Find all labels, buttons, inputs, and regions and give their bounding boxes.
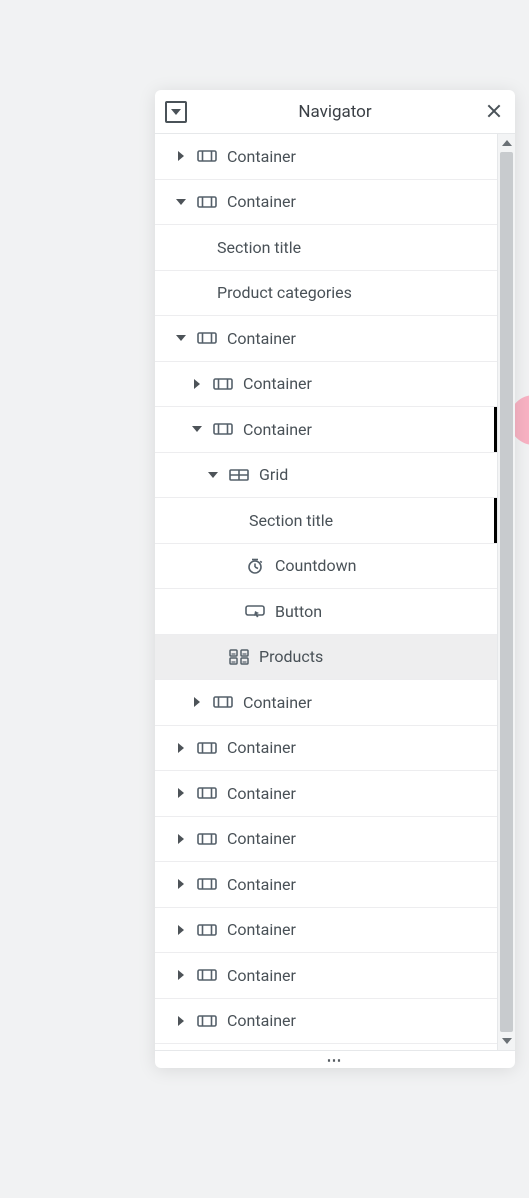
scrollbar[interactable] [497, 134, 515, 1050]
products-icon [229, 649, 249, 665]
tree-row[interactable]: Container [155, 362, 497, 408]
caret-right-icon[interactable] [191, 696, 203, 708]
container-icon [197, 1013, 217, 1029]
tree-row[interactable]: Container [155, 908, 497, 954]
container-icon [213, 694, 233, 710]
resize-handle[interactable]: ⋯ [155, 1050, 515, 1068]
container-icon [197, 740, 217, 756]
container-icon [213, 421, 233, 437]
grid-icon [229, 467, 249, 483]
scroll-up-icon[interactable] [498, 134, 515, 152]
tree-row[interactable]: Button [155, 589, 497, 635]
tree-row-label: Countdown [275, 556, 356, 575]
caret-down-icon[interactable] [175, 332, 187, 344]
tree-row-label: Container [227, 784, 296, 803]
tree-row-label: Products [259, 647, 323, 666]
container-icon [197, 831, 217, 847]
container-icon [213, 376, 233, 392]
tree-row-label: Container [227, 192, 296, 211]
tree-row[interactable]: Countdown [155, 544, 497, 590]
tree-row[interactable]: Container [155, 771, 497, 817]
scroll-thumb[interactable] [500, 152, 513, 1032]
caret-right-icon[interactable] [175, 150, 187, 162]
navigator-panel: Navigator Container Container Section titl… [155, 90, 515, 1068]
caret-right-icon[interactable] [175, 787, 187, 799]
container-icon [197, 194, 217, 210]
container-icon [197, 922, 217, 938]
tree-row[interactable]: Container [155, 180, 497, 226]
container-icon [197, 876, 217, 892]
tree-row[interactable]: Container [155, 817, 497, 863]
button-icon [245, 603, 265, 619]
caret-down-icon[interactable] [175, 196, 187, 208]
container-icon [197, 330, 217, 346]
tree-row-label: Container [243, 420, 312, 439]
tree-row[interactable]: Container [155, 134, 497, 180]
caret-right-icon[interactable] [175, 878, 187, 890]
tree-row[interactable]: Container [155, 726, 497, 772]
tree-row-label: Container [227, 1011, 296, 1030]
caret-right-icon[interactable] [175, 833, 187, 845]
tree-row[interactable]: Container [155, 953, 497, 999]
tree-row[interactable]: Container [155, 316, 497, 362]
tree-row-label: Grid [259, 465, 288, 484]
panel-header: Navigator [155, 90, 515, 134]
container-icon [197, 785, 217, 801]
container-icon [197, 148, 217, 164]
tree-row[interactable]: Grid [155, 453, 497, 499]
tree-row-label: Product categories [217, 283, 352, 302]
close-icon[interactable] [483, 101, 505, 123]
tree-row-label: Container [227, 329, 296, 348]
panel-title: Navigator [187, 102, 483, 122]
tree-row-label: Container [227, 966, 296, 985]
tree-row[interactable]: Container [155, 999, 497, 1045]
tree-row-label: Container [243, 374, 312, 393]
tree-row-label: Container [227, 738, 296, 757]
tree-row-label: Section title [217, 238, 301, 257]
tree-row-label: Container [227, 875, 296, 894]
container-icon [197, 967, 217, 983]
caret-right-icon[interactable] [175, 969, 187, 981]
tree-row[interactable]: Container [155, 680, 497, 726]
caret-down-icon[interactable] [191, 423, 203, 435]
element-tree: Container Container Section title Product c… [155, 134, 497, 1050]
tree-wrap: Container Container Section title Product c… [155, 134, 515, 1050]
tree-row[interactable]: Section title [155, 225, 497, 271]
tree-row[interactable]: Section title [155, 498, 497, 544]
tree-row[interactable]: Container [155, 862, 497, 908]
tree-row-label: Container [227, 829, 296, 848]
resize-handle-glyph: ⋯ [327, 1051, 344, 1069]
caret-right-icon[interactable] [175, 1015, 187, 1027]
tree-row[interactable]: Product categories [155, 271, 497, 317]
tree-row[interactable]: Container [155, 407, 497, 453]
scroll-down-icon[interactable] [498, 1032, 515, 1050]
tree-row[interactable]: Products [155, 635, 497, 681]
caret-right-icon[interactable] [175, 924, 187, 936]
tree-row-label: Container [227, 147, 296, 166]
tree-row-label: Section title [249, 511, 333, 530]
caret-right-icon[interactable] [175, 742, 187, 754]
countdown-icon [245, 558, 265, 574]
tree-row-label: Container [243, 693, 312, 712]
caret-down-icon[interactable] [207, 469, 219, 481]
caret-right-icon[interactable] [191, 378, 203, 390]
tree-row-label: Container [227, 920, 296, 939]
collapse-panel-button[interactable] [165, 101, 187, 123]
tree-row-label: Button [275, 602, 322, 621]
